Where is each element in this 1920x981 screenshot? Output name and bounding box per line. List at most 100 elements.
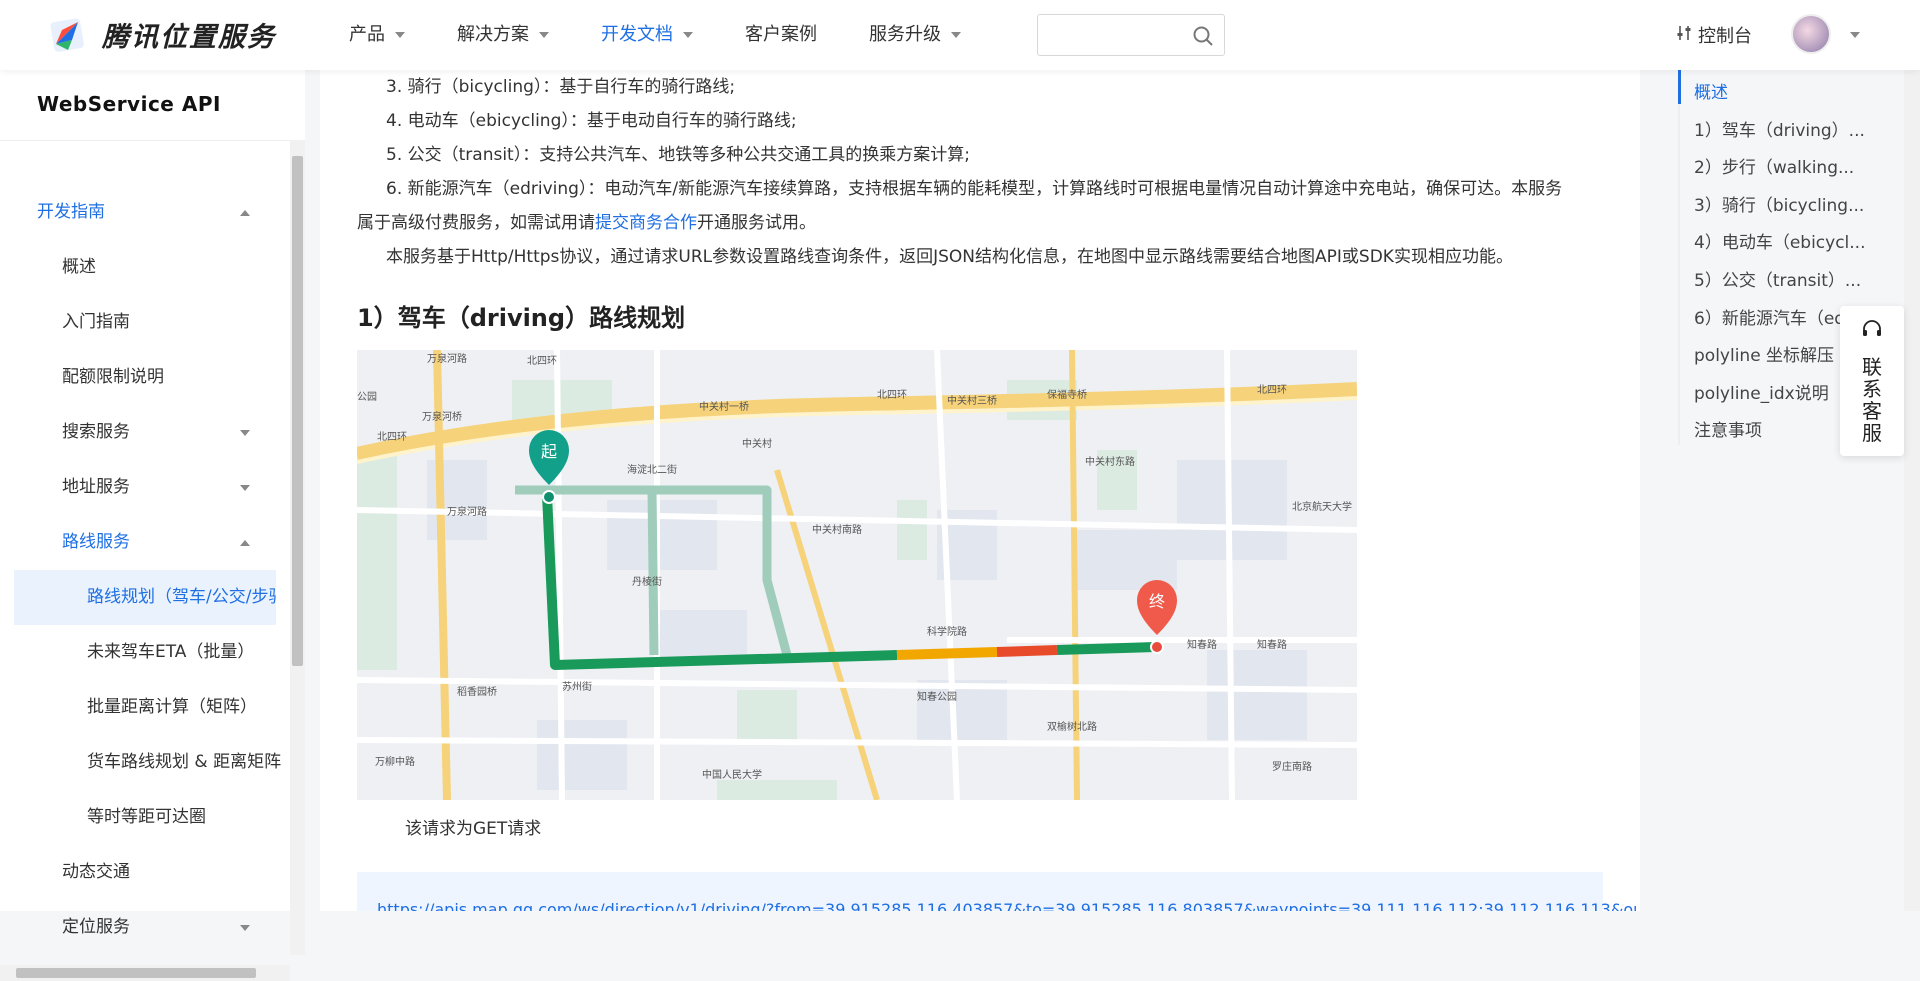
toc-item-1[interactable]: 1）驾车（driving）... <box>1694 116 1869 141</box>
edriving-note: 属于高级付费服务，如需试用请提交商务合作开通服务试用。 <box>357 206 816 240</box>
user-avatar[interactable] <box>1791 14 1831 54</box>
nav-item-label: 产品 <box>349 24 385 45</box>
toc-item-4[interactable]: 4）电动车（ebicycl... <box>1694 228 1869 253</box>
brand-name: 腾讯位置服务 <box>102 21 276 53</box>
toc-item-3[interactable]: 3）骑行（bicycling... <box>1694 191 1869 216</box>
sidebar-item-3[interactable]: 配额限制说明 <box>0 350 290 405</box>
sidebar-scrollbar[interactable] <box>290 140 305 955</box>
map-place-label: 北四环 <box>877 389 907 401</box>
map-place-label: 万泉河路 <box>427 352 467 365</box>
nav-item-2[interactable]: 开发文档 <box>601 0 693 70</box>
map-place-label: 苏州街 <box>562 680 592 693</box>
end-marker-label: 终 <box>1149 592 1165 611</box>
contact-service-button[interactable]: 联系客服 <box>1840 306 1904 456</box>
sidebar-horizontal-scrollbar-thumb[interactable] <box>16 968 256 978</box>
docs-sidebar: WebService API 开发指南 概述入门指南配额限制说明搜索服务 地址服务路… <box>0 70 305 981</box>
nav-item-label: 开发文档 <box>601 24 673 45</box>
sidebar-item-2[interactable]: 入门指南 <box>0 295 290 350</box>
sidebar-item-6[interactable]: 路线服务 <box>0 515 290 570</box>
map-place-label: 双榆树北路 <box>1047 720 1097 733</box>
sidebar-item-8[interactable]: 未来驾车ETA（批量） <box>0 625 290 680</box>
sidebar-item-label: 等时等距可达圈 <box>87 806 206 827</box>
map-place-label: 丹棱街 <box>632 575 662 588</box>
map-place-label: 保福寺桥 <box>1047 388 1087 401</box>
search-icon[interactable] <box>1192 25 1214 51</box>
map-place-label: 中关村一桥 <box>699 400 749 413</box>
sidebar-divider <box>0 140 290 141</box>
map-place-label: 知春路 <box>1187 638 1217 651</box>
sidebar-item-1[interactable]: 概述 <box>0 240 290 295</box>
sidebar-item-13[interactable]: 定位服务 <box>0 900 290 955</box>
chevron-down-icon <box>539 32 549 38</box>
map-place-label: 科学院路 <box>927 625 967 638</box>
toc-item-0[interactable]: 概述 <box>1694 78 1869 103</box>
map-place-label: 万泉河路 <box>447 505 487 518</box>
toc-track <box>1678 70 1680 445</box>
sidebar-item-label: 配额限制说明 <box>62 366 164 387</box>
sidebar-item-7[interactable]: 路线规划（驾车/公交/步骑 <box>14 569 276 625</box>
request-url-link[interactable]: https://apis.map.qq.com/ws/direction/v1/… <box>377 900 1640 911</box>
map-place-label: 稻香园桥 <box>457 686 497 698</box>
nav-item-3[interactable]: 客户案例 <box>745 0 817 70</box>
map-place-label: 知春路 <box>1257 638 1287 651</box>
sidebar-item-9[interactable]: 批量距离计算（矩阵） <box>0 680 290 735</box>
sidebar-item-label: 未来驾车ETA（批量） <box>87 641 255 662</box>
sidebar-item-label: 批量距离计算（矩阵） <box>87 696 257 717</box>
chevron-down-icon <box>395 32 405 38</box>
sidebar-item-label: 路线服务 <box>62 531 130 552</box>
sidebar-item-label: 定位服务 <box>62 916 130 937</box>
map-place-label: 万柳中路 <box>375 755 415 768</box>
chevron-down-icon <box>240 924 250 931</box>
nav-item-label: 服务升级 <box>869 24 941 45</box>
toc-active-indicator <box>1678 70 1681 104</box>
sidebar-item-12[interactable]: 动态交通 <box>0 845 290 900</box>
section-title-driving: 1）驾车（driving）路线规划 <box>357 304 686 332</box>
search-box[interactable] <box>1037 14 1225 56</box>
toc-item-2[interactable]: 2）步行（walking... <box>1694 153 1869 178</box>
toc-item-5[interactable]: 5）公交（transit）... <box>1694 266 1869 291</box>
list-item-transit: 5. 公交（transit）：支持公共汽车、地铁等多种公共交通工具的换乘方案计算… <box>386 145 970 165</box>
map-place-label: 北四环 <box>527 355 557 367</box>
map-place-label: 中关村三桥 <box>947 394 997 407</box>
nav-item-0[interactable]: 产品 <box>349 0 405 70</box>
sidebar-item-label: 动态交通 <box>62 861 130 882</box>
map-place-label: 北京航天大学 <box>1292 500 1352 513</box>
nav-item-label: 客户案例 <box>745 24 817 45</box>
top-header: 腾讯位置服务 产品 解决方案 开发文档 客户案例 服务升级 控制台 <box>0 0 1920 70</box>
edriving-note-text: 属于高级付费服务，如需试用请 <box>357 213 595 233</box>
main-nav: 产品 解决方案 开发文档 客户案例 服务升级 <box>349 0 1013 70</box>
map-place-label: 中关村东路 <box>1085 455 1135 468</box>
sidebar-item-4[interactable]: 搜索服务 <box>0 405 290 460</box>
business-cooperation-link[interactable]: 提交商务合作 <box>595 213 697 233</box>
contact-service-label: 联系客服 <box>1862 355 1882 445</box>
map-place-label: 中国人民大学 <box>702 768 762 781</box>
page-scrollbar[interactable] <box>1904 0 1920 911</box>
sidebar-title: WebService API <box>37 92 221 116</box>
sidebar-horizontal-scrollbar[interactable] <box>0 965 290 981</box>
sidebar-item-0[interactable]: 开发指南 <box>0 185 290 240</box>
map-place-label: 罗庄南路 <box>1272 760 1312 773</box>
console-link[interactable]: 控制台 <box>1676 22 1752 48</box>
chevron-down-icon <box>240 429 250 436</box>
map-place-label: 知春公园 <box>917 690 957 703</box>
nav-item-1[interactable]: 解决方案 <box>457 0 549 70</box>
map-place-label: 公园 <box>357 391 377 403</box>
sidebar-item-label: 入门指南 <box>62 311 130 332</box>
chevron-up-icon <box>240 209 250 216</box>
search-input[interactable] <box>1048 15 1188 53</box>
sidebar-scrollbar-thumb[interactable] <box>292 156 303 666</box>
brand-logo[interactable]: 腾讯位置服务 <box>48 14 276 54</box>
nav-item-4[interactable]: 服务升级 <box>869 0 961 70</box>
sidebar-item-5[interactable]: 地址服务 <box>0 460 290 515</box>
tencent-map-logo-icon <box>48 14 88 54</box>
avatar-chevron-down-icon[interactable] <box>1850 32 1860 38</box>
headset-icon <box>1840 318 1904 344</box>
sidebar-item-10[interactable]: 货车路线规划 & 距离矩阵 <box>0 735 290 790</box>
map-place-label: 海淀北二街 <box>627 463 677 476</box>
list-item-bicycling: 3. 骑行（bicycling）：基于自行车的骑行路线; <box>386 77 736 97</box>
sliders-icon <box>1676 24 1692 47</box>
route-map-image: 起 终 北四环 北四环 北四环 中关村一桥 中关村三桥 保福寺桥 北四环 万泉河桥 万泉河路 万泉… <box>357 350 1357 800</box>
sidebar-item-11[interactable]: 等时等距可达圈 <box>0 790 290 845</box>
map-place-label: 中关村南路 <box>812 523 862 536</box>
sidebar-item-label: 路线规划（驾车/公交/步骑 <box>87 586 276 607</box>
